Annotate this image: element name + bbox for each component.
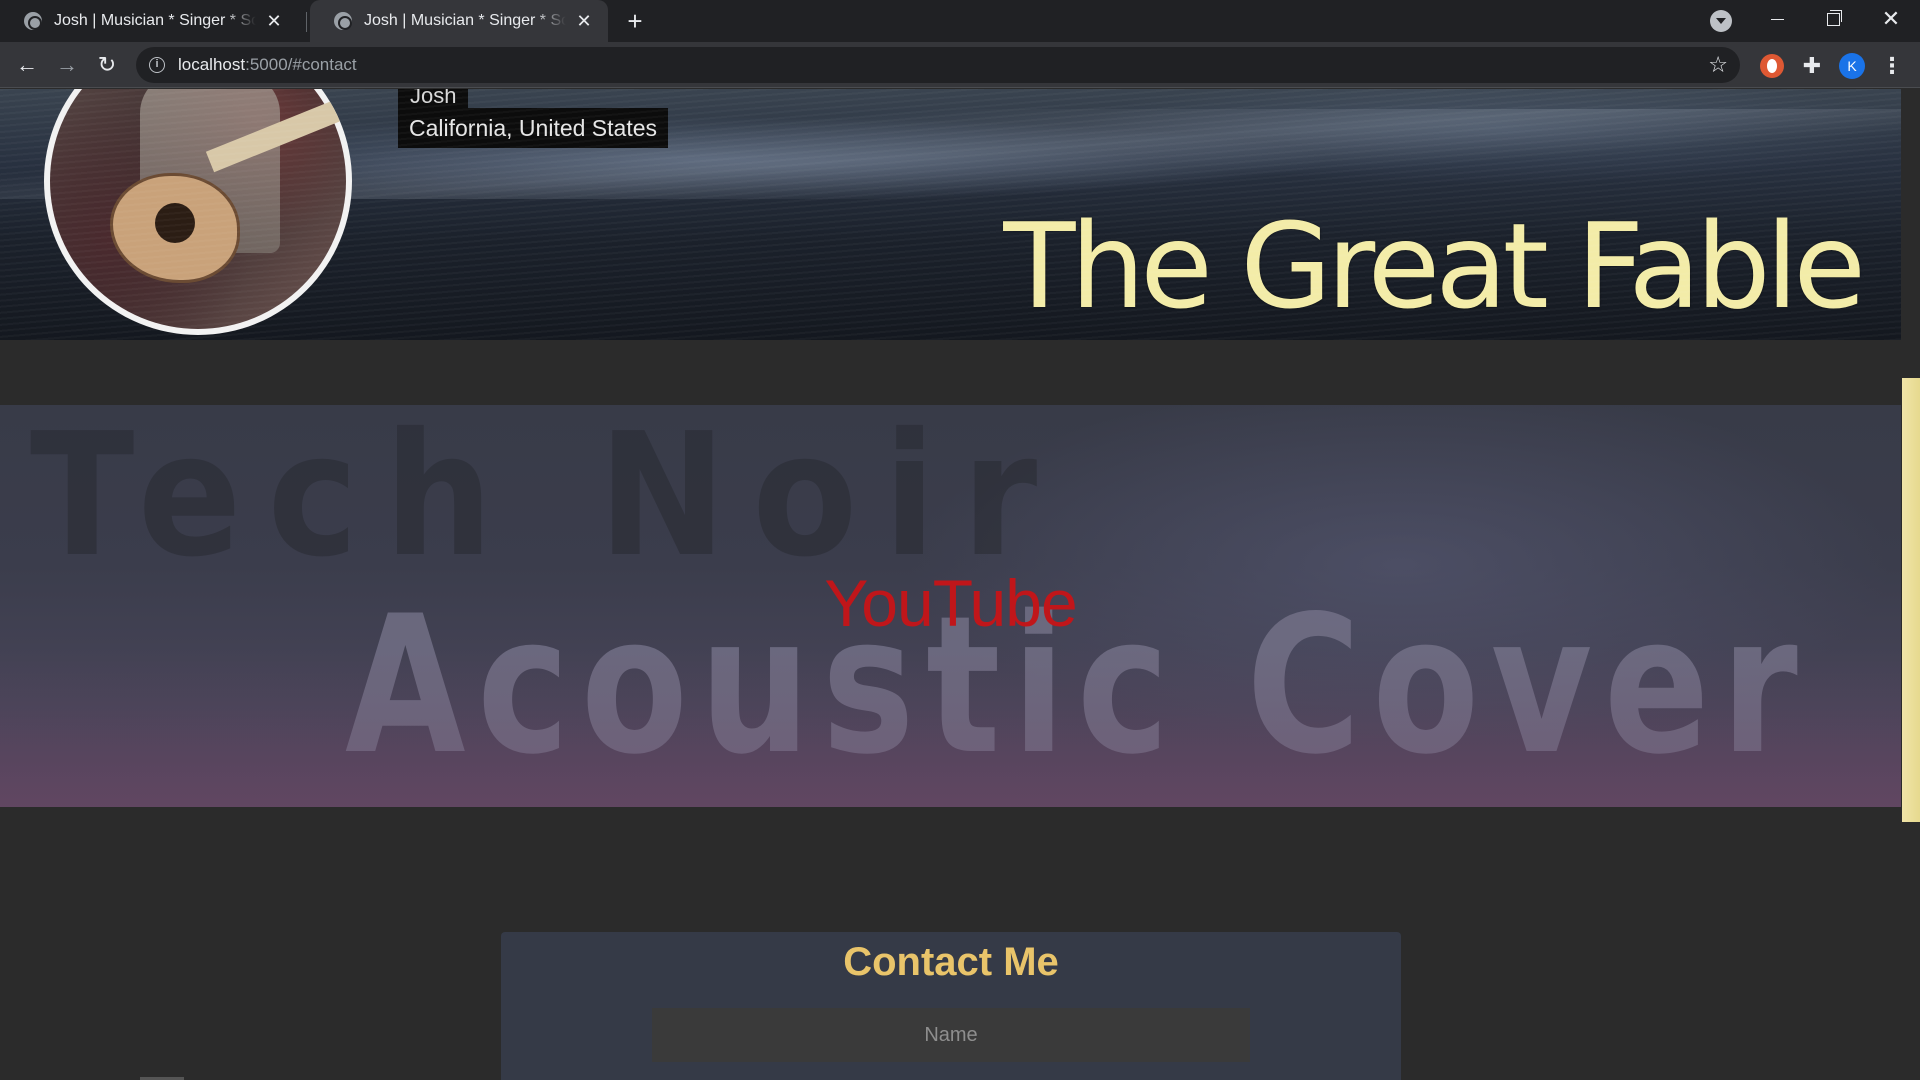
url-text[interactable]: localhost:5000/#contact <box>178 55 357 75</box>
tab-title: Josh | Musician * Singer * Songwriter <box>54 12 256 29</box>
profile-name: Josh <box>398 89 469 113</box>
tab-search-icon[interactable] <box>1710 10 1732 32</box>
forward-arrow-icon[interactable]: → <box>52 50 82 80</box>
profile-avatar[interactable]: K <box>1839 53 1865 79</box>
contact-form: Contact Me <box>501 932 1401 1080</box>
star-icon[interactable]: ☆ <box>1708 52 1728 78</box>
tab-separator <box>306 12 307 32</box>
browser-tab-1[interactable]: Josh | Musician * Singer * Songwriter ✕ <box>0 0 298 42</box>
puzzle-icon[interactable]: ✚ <box>1800 54 1824 78</box>
url-host: localhost <box>178 55 246 74</box>
photo-guitar-neck <box>205 95 352 173</box>
kebab-menu-icon[interactable]: ⋮ <box>1880 54 1904 78</box>
reload-icon[interactable]: ↻ <box>92 50 122 80</box>
info-icon[interactable]: i <box>149 57 165 73</box>
tab-strip: Josh | Musician * Singer * Songwriter ✕ … <box>0 0 1920 42</box>
name-field[interactable] <box>652 1008 1250 1062</box>
globe-icon <box>24 12 42 30</box>
back-arrow-icon[interactable]: ← <box>12 50 42 80</box>
address-bar[interactable]: i localhost:5000/#contact ☆ <box>136 47 1740 83</box>
photo-guitar-body <box>110 173 240 283</box>
header-banner: Josh California, United States The Great… <box>0 89 1901 340</box>
close-icon[interactable]: ✕ <box>574 11 594 31</box>
window-close-icon[interactable]: ✕ <box>1866 0 1916 38</box>
profile-location: California, United States <box>398 108 669 148</box>
url-path: :5000/#contact <box>245 55 357 74</box>
profile-photo <box>44 89 352 335</box>
minimize-icon[interactable] <box>1752 0 1802 38</box>
duckduckgo-icon[interactable] <box>1760 54 1784 78</box>
contact-heading: Contact Me <box>843 940 1059 984</box>
photo-guitar-soundhole <box>155 203 195 243</box>
profile-photo-image <box>50 89 352 329</box>
browser-toolbar: ← → ↻ i localhost:5000/#contact ☆ <box>0 42 1920 88</box>
close-icon[interactable]: ✕ <box>264 11 284 31</box>
page-viewport: Josh California, United States The Great… <box>0 89 1920 1080</box>
browser-tab-2[interactable]: Josh | Musician * Singer * Songwriter ✕ <box>310 0 608 42</box>
tab-title: Josh | Musician * Singer * Songwriter <box>364 12 566 29</box>
youtube-link[interactable]: YouTube <box>0 565 1901 641</box>
photo-shirt <box>140 89 280 253</box>
globe-icon <box>334 12 352 30</box>
youtube-video-thumbnail[interactable]: Tech Noir Acoustic Cover YouTube <box>0 405 1901 807</box>
new-tab-button[interactable]: + <box>620 6 650 36</box>
band-name: The Great Fable <box>1003 197 1866 335</box>
scrollbar-thumb[interactable] <box>1902 378 1920 822</box>
maximize-icon[interactable] <box>1808 0 1858 38</box>
